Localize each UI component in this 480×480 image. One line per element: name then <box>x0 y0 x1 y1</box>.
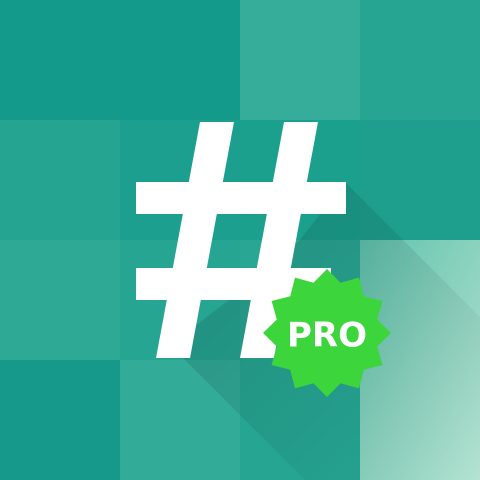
app-icon-graphic: PRO <box>0 0 480 480</box>
pro-badge-label: PRO <box>287 316 367 356</box>
app-icon: PRO <box>0 0 480 480</box>
